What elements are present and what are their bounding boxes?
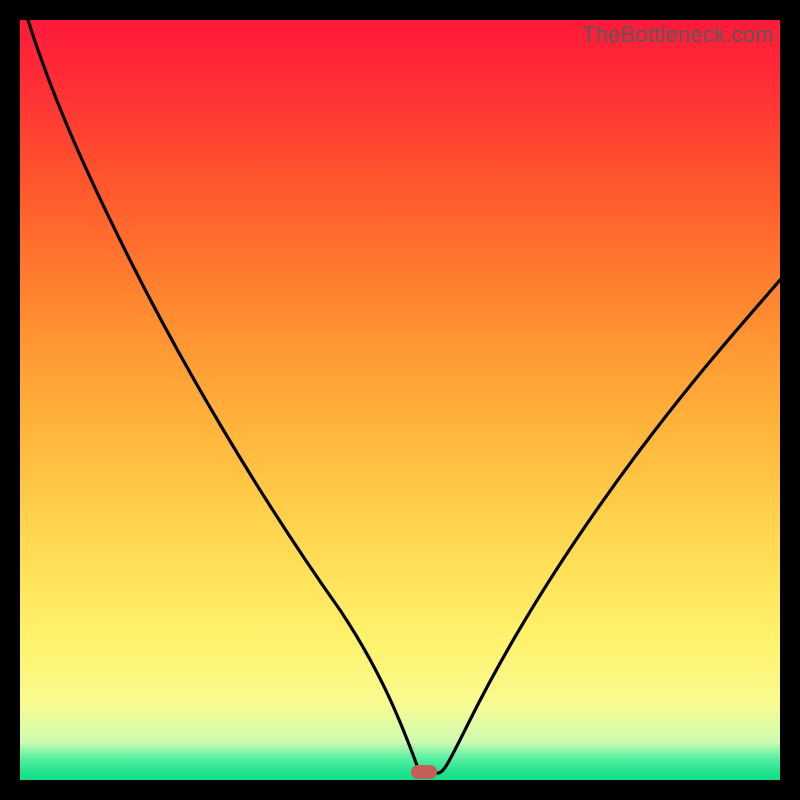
bottleneck-curve <box>20 20 780 780</box>
curve-path <box>28 20 780 773</box>
optimal-marker <box>411 765 437 779</box>
plot-area: TheBottleneck.com <box>20 20 780 780</box>
chart-frame: TheBottleneck.com <box>0 0 800 800</box>
